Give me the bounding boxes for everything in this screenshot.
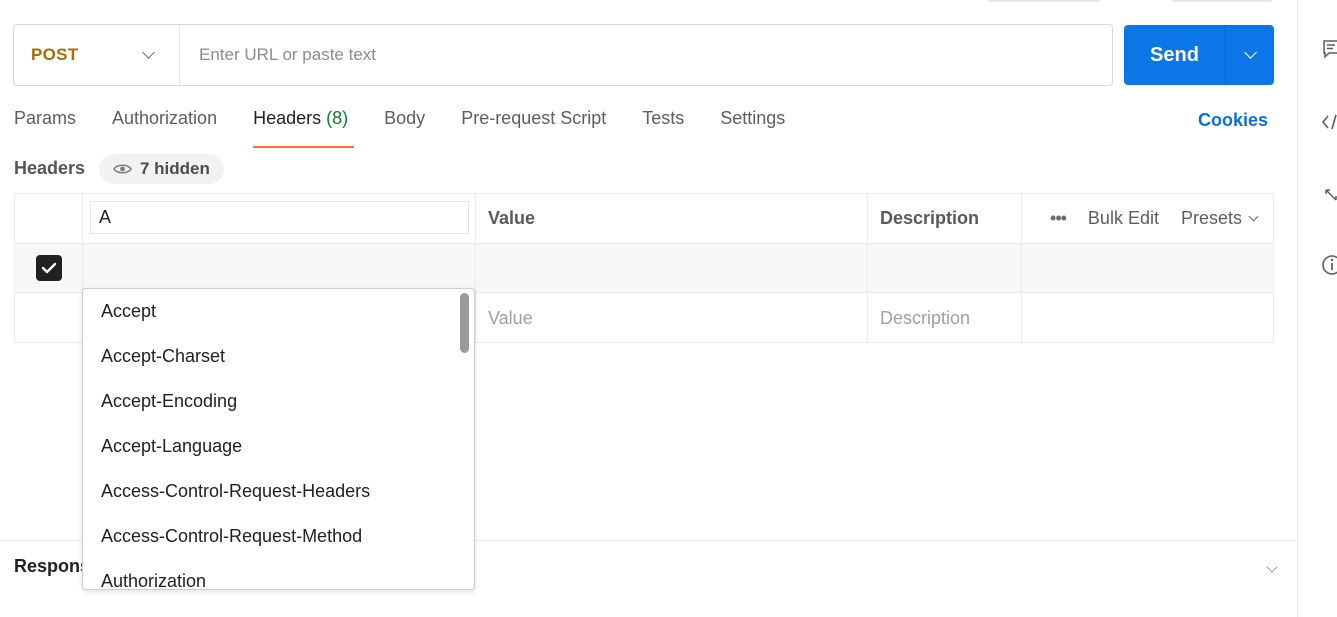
right-sidebar-divider bbox=[1297, 0, 1298, 617]
url-input[interactable] bbox=[180, 25, 1112, 85]
chevron-down-icon bbox=[1266, 561, 1278, 573]
header-cell-value: Value bbox=[476, 194, 868, 243]
response-collapse-toggle[interactable] bbox=[1266, 558, 1278, 576]
tab-params[interactable]: Params bbox=[14, 108, 76, 148]
eye-icon bbox=[113, 164, 132, 174]
autocomplete-option[interactable]: Authorization bbox=[83, 559, 453, 589]
autocomplete-option[interactable]: Access-Control-Request-Method bbox=[83, 514, 453, 559]
tab-label: Authorization bbox=[112, 108, 218, 128]
header-cell-description: Description bbox=[868, 194, 1022, 243]
row-actions-cell bbox=[1022, 293, 1273, 343]
check-icon bbox=[41, 262, 56, 274]
value-placeholder: Value bbox=[488, 307, 533, 328]
tab-authorization[interactable]: Authorization bbox=[112, 108, 217, 148]
tab-label: Settings bbox=[720, 108, 786, 128]
autocomplete-option[interactable]: Accept-Language bbox=[83, 424, 453, 469]
request-tabs: Params Authorization Headers (8) Body Pr… bbox=[14, 108, 821, 148]
header-autocomplete-dropdown: Accept Accept-Charset Accept-Encoding Ac… bbox=[82, 288, 475, 590]
cookies-link[interactable]: Cookies bbox=[1198, 110, 1268, 131]
tab-pre-request-script[interactable]: Pre-request Script bbox=[461, 108, 606, 148]
header-cell-actions: ••• Bulk Edit Presets bbox=[1022, 194, 1273, 243]
hidden-headers-count: 7 hidden bbox=[140, 159, 210, 178]
row-description-cell[interactable] bbox=[868, 244, 1022, 292]
tab-label: Pre-request Script bbox=[461, 108, 607, 128]
row-checkbox-cell bbox=[15, 293, 83, 343]
row-key-cell bbox=[83, 244, 476, 292]
description-input[interactable]: Description bbox=[868, 293, 1022, 343]
key-input[interactable] bbox=[90, 201, 469, 234]
tab-label: Params bbox=[14, 108, 77, 128]
column-header-value: Value bbox=[488, 208, 536, 228]
chevron-down-icon bbox=[142, 46, 155, 59]
autocomplete-option[interactable]: Accept-Encoding bbox=[83, 379, 453, 424]
tab-body[interactable]: Body bbox=[384, 108, 425, 148]
table-row bbox=[15, 244, 1273, 293]
presets-dropdown[interactable]: Presets bbox=[1180, 208, 1259, 229]
header-cell-checkbox bbox=[15, 194, 83, 243]
bulk-edit-button[interactable]: Bulk Edit bbox=[1088, 208, 1159, 229]
autocomplete-option[interactable]: Access-Control-Request-Headers bbox=[83, 469, 453, 514]
column-header-description: Description bbox=[880, 208, 980, 228]
tab-settings[interactable]: Settings bbox=[720, 108, 785, 148]
row-checkbox-cell bbox=[15, 244, 83, 292]
tab-count-badge: (8) bbox=[326, 108, 349, 128]
row-actions-cell bbox=[1022, 244, 1273, 292]
comment-icon[interactable] bbox=[1320, 38, 1337, 62]
expand-icon[interactable] bbox=[1320, 182, 1337, 206]
info-icon[interactable] bbox=[1320, 253, 1337, 277]
response-section-title: Respons bbox=[14, 556, 91, 576]
value-input[interactable]: Value bbox=[476, 293, 868, 343]
url-bar: POST bbox=[13, 24, 1113, 86]
hidden-headers-toggle[interactable]: 7 hidden bbox=[99, 154, 224, 184]
send-button-group: Send bbox=[1124, 25, 1274, 85]
row-enabled-checkbox[interactable] bbox=[35, 255, 62, 281]
description-placeholder: Description bbox=[880, 307, 971, 328]
autocomplete-option[interactable]: Accept-Charset bbox=[83, 334, 453, 379]
tab-label: Tests bbox=[642, 108, 685, 128]
top-toolbar-stub bbox=[1172, 0, 1272, 2]
method-select[interactable]: POST bbox=[14, 25, 180, 85]
autocomplete-option[interactable]: Accept bbox=[83, 289, 453, 334]
send-options-button[interactable] bbox=[1225, 25, 1274, 85]
more-options-icon[interactable]: ••• bbox=[1050, 208, 1067, 229]
method-label: POST bbox=[31, 45, 79, 64]
top-toolbar-stub bbox=[988, 0, 1100, 2]
tab-tests[interactable]: Tests bbox=[642, 108, 684, 148]
headers-section-title: Headers bbox=[14, 158, 86, 178]
presets-label: Presets bbox=[1180, 208, 1242, 228]
chevron-down-icon bbox=[1248, 211, 1259, 222]
dropdown-scrollbar[interactable] bbox=[460, 293, 469, 353]
tab-label: Headers bbox=[253, 108, 322, 128]
send-button[interactable]: Send bbox=[1124, 25, 1225, 85]
code-icon[interactable] bbox=[1320, 110, 1337, 134]
row-value-cell[interactable] bbox=[476, 244, 868, 292]
chevron-down-icon bbox=[1243, 46, 1257, 59]
tab-label: Body bbox=[384, 108, 426, 128]
tab-headers[interactable]: Headers (8) bbox=[253, 108, 355, 148]
